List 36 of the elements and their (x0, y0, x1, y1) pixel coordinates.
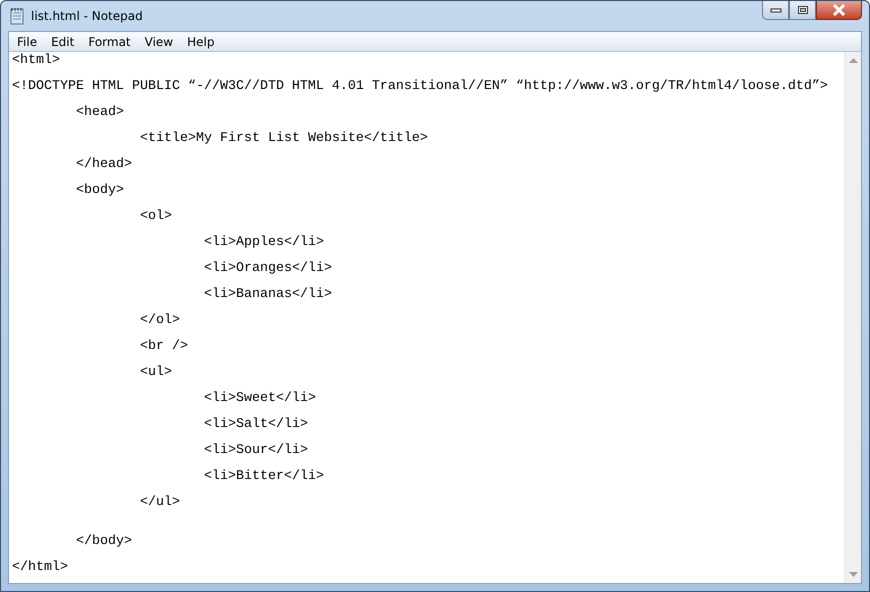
code-line: </html> (12, 561, 68, 574)
code-line: <li>Apples</li> (202, 236, 324, 249)
code-line: </ul> (138, 496, 180, 509)
notepad-icon (9, 7, 25, 25)
window-title: list.html - Notepad (31, 9, 143, 23)
code-line: <html> (12, 54, 60, 67)
menu-item[interactable]: Edit (44, 34, 82, 48)
code-line: <li>Salt</li> (202, 418, 308, 431)
code-line: <br /> (138, 340, 188, 353)
code-line: <li>Sour</li> (202, 444, 308, 457)
code-line: <ol> (138, 210, 172, 223)
code-line: <title>My First List Website</title> (138, 132, 428, 145)
menu-item[interactable]: Help (180, 34, 222, 48)
code-line: <li>Bitter</li> (202, 470, 324, 483)
menu-item[interactable]: File (10, 34, 44, 48)
code-line: <body> (75, 184, 124, 197)
menu-item[interactable]: Format (81, 34, 138, 48)
minimize-button[interactable] (762, 1, 789, 20)
code-line: </ol> (138, 314, 180, 327)
code-line: </body> (75, 533, 132, 548)
vertical-scrollbar[interactable] (844, 52, 861, 583)
code-line: <li>Bananas</li> (202, 288, 332, 301)
code-line: <head> (75, 106, 124, 119)
code-line: <ul> (138, 366, 172, 379)
scroll-up-icon[interactable] (848, 58, 858, 63)
minimize-icon (770, 7, 782, 13)
code-line: <li>Oranges</li> (202, 262, 332, 275)
close-button[interactable] (816, 1, 862, 20)
close-icon (832, 4, 846, 16)
code-line: </head> (75, 158, 132, 171)
maximize-icon (796, 5, 808, 15)
scroll-down-icon[interactable] (848, 572, 858, 577)
code-line: <!DOCTYPE HTML PUBLIC “-//W3C//DTD HTML 4.01 Transitional//EN” “http://www.w3.org/TR/html4/loose.dtd”> (12, 80, 828, 93)
maximize-button[interactable] (789, 1, 816, 20)
code-line: <li>Sweet</li> (202, 392, 316, 405)
menu-item[interactable]: View (138, 34, 180, 48)
